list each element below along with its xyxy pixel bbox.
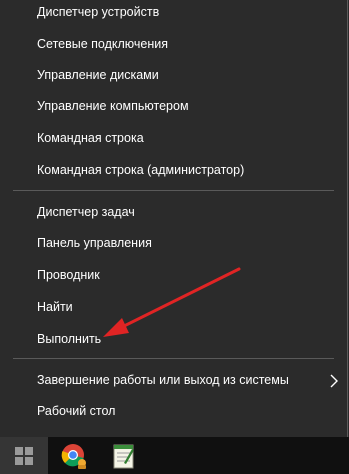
menu-item-command-prompt-admin[interactable]: Командная строка (администратор) — [0, 155, 347, 186]
menu-item-control-panel[interactable]: Панель управления — [0, 228, 347, 259]
menu-item-search[interactable]: Найти — [0, 292, 347, 323]
chrome-icon[interactable] — [61, 442, 89, 470]
menu-item-label: Управление дисками — [37, 68, 159, 82]
menu-item-label: Выполнить — [37, 332, 102, 346]
menu-item-label: Сетевые подключения — [37, 37, 169, 51]
menu-item-network-connections[interactable]: Сетевые подключения — [0, 29, 347, 60]
menu-item-desktop[interactable]: Рабочий стол — [0, 396, 347, 427]
menu-item-computer-management[interactable]: Управление компьютером — [0, 91, 347, 122]
menu-item-label: Командная строка — [37, 131, 144, 145]
menu-item-label: Диспетчер задач — [37, 205, 135, 219]
menu-item-label: Проводник — [37, 268, 100, 282]
menu-separator — [13, 358, 334, 359]
menu-item-shutdown-signout[interactable]: Завершение работы или выход из системы — [0, 365, 347, 396]
chevron-right-icon — [330, 374, 338, 388]
menu-item-label: Командная строка (администратор) — [37, 163, 245, 177]
menu-item-label: Завершение работы или выход из системы — [37, 373, 289, 387]
menu-item-label: Панель управления — [37, 236, 152, 250]
menu-item-label: Найти — [37, 300, 73, 314]
menu-item-run[interactable]: Выполнить — [0, 324, 347, 355]
menu-item-device-manager[interactable]: Диспетчер устройств — [0, 0, 347, 28]
menu-separator — [13, 190, 334, 191]
notepad-icon[interactable] — [110, 442, 138, 470]
menu-item-label: Рабочий стол — [37, 404, 116, 418]
menu-item-command-prompt[interactable]: Командная строка — [0, 123, 347, 154]
taskbar — [0, 437, 349, 474]
menu-item-disk-management[interactable]: Управление дисками — [0, 60, 347, 91]
menu-item-file-explorer[interactable]: Проводник — [0, 260, 347, 291]
windows-start-icon — [15, 447, 33, 465]
power-user-menu: Диспетчер устройств Сетевые подключения … — [0, 0, 348, 437]
menu-item-label: Управление компьютером — [37, 99, 189, 113]
start-button[interactable] — [0, 437, 48, 474]
menu-item-label: Диспетчер устройств — [37, 5, 160, 19]
menu-item-task-manager[interactable]: Диспетчер задач — [0, 197, 347, 228]
